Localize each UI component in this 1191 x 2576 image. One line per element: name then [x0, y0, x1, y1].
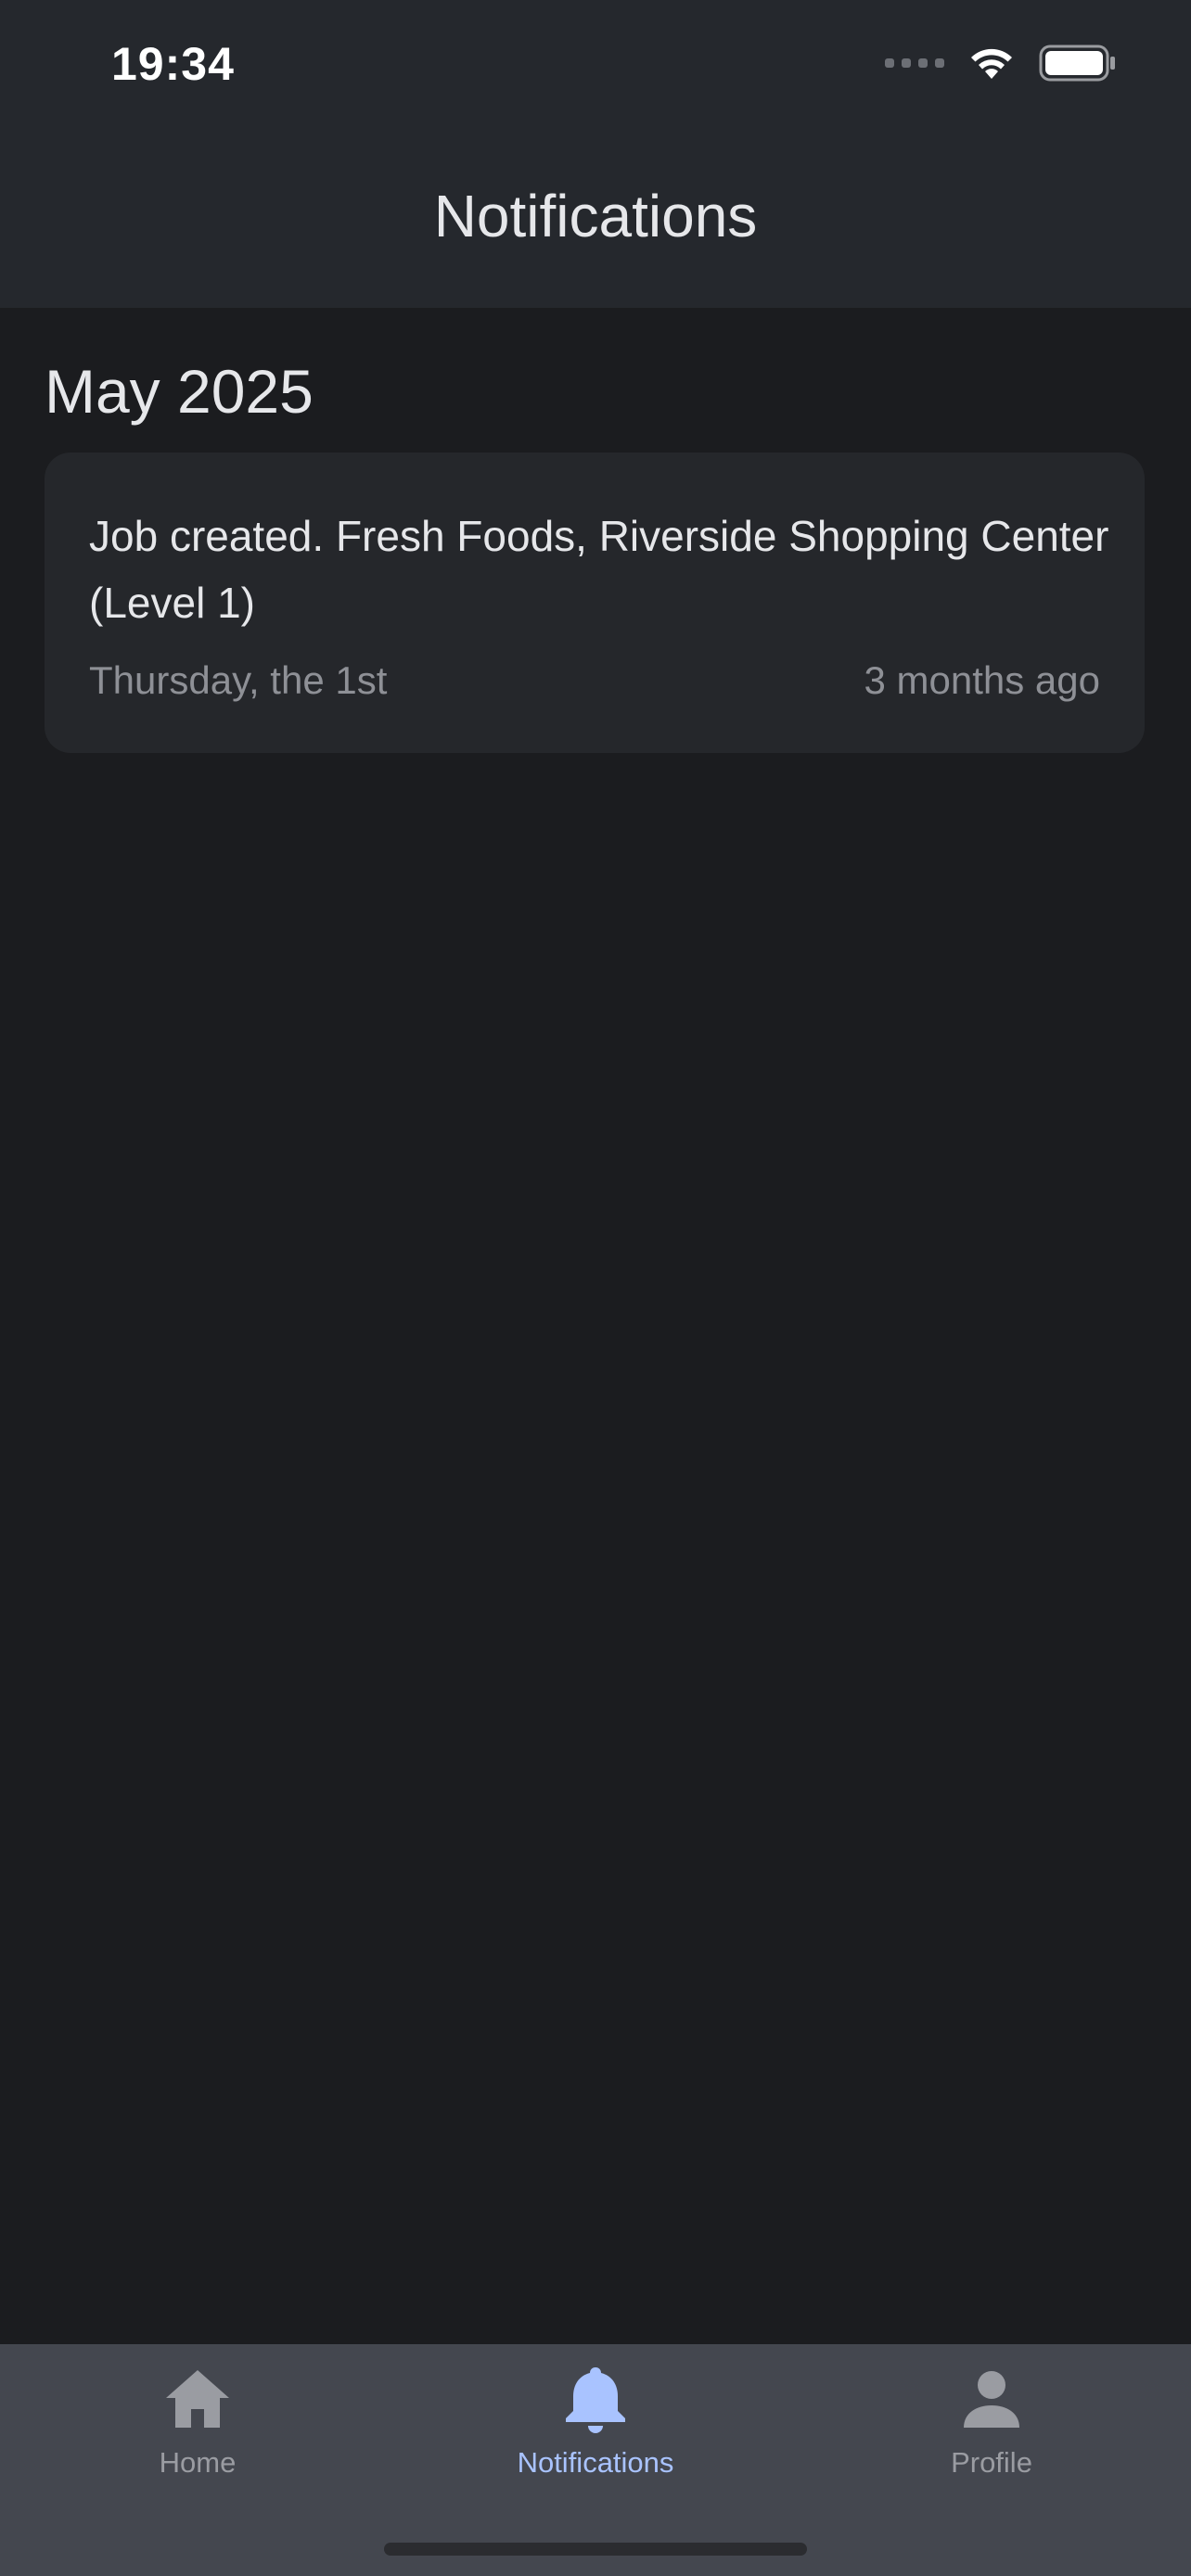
home-indicator[interactable] — [384, 2543, 807, 2556]
tab-notifications[interactable]: Notifications — [456, 2363, 735, 2502]
tab-home[interactable]: Home — [58, 2363, 337, 2502]
status-bar: 19:34 — [0, 0, 1191, 139]
status-icons — [885, 45, 1117, 82]
home-icon — [166, 2370, 229, 2428]
wifi-icon — [971, 48, 1012, 79]
app-header: 19:34 Notifications — [0, 0, 1191, 308]
cellular-signal-icon — [885, 58, 944, 68]
section-heading-month: May 2025 — [45, 357, 314, 426]
tab-bar: Home Notifications Profile — [0, 2344, 1191, 2576]
tab-notifications-label: Notifications — [517, 2446, 674, 2479]
status-time: 19:34 — [111, 38, 235, 90]
notification-date: Thursday, the 1st — [89, 658, 388, 702]
battery-icon — [1039, 45, 1115, 82]
bell-icon — [566, 2367, 625, 2433]
person-icon — [964, 2371, 1019, 2428]
notification-meta: Thursday, the 1st 3 months ago — [89, 658, 1100, 703]
tab-home-label: Home — [159, 2446, 237, 2479]
page-title: Notifications — [433, 183, 758, 249]
tab-profile-label: Profile — [951, 2446, 1032, 2479]
notification-message: Job created. Fresh Foods, Riverside Shop… — [89, 512, 1109, 627]
notification-relative-time: 3 months ago — [864, 658, 1100, 702]
tab-profile[interactable]: Profile — [852, 2363, 1131, 2502]
notification-card[interactable]: Job created. Fresh Foods, Riverside Shop… — [45, 453, 1145, 753]
